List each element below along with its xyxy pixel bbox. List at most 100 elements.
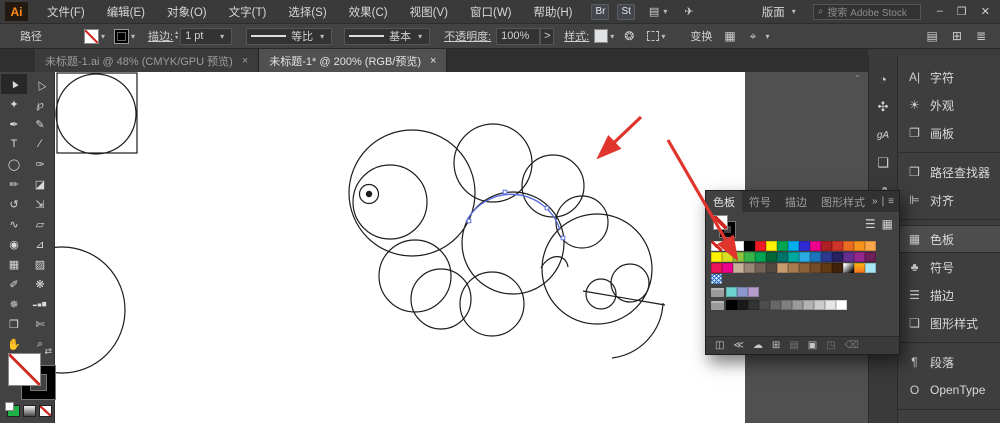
style-swatch[interactable] [594, 29, 609, 43]
fill-color-swatch[interactable] [84, 28, 99, 44]
stroke-weight-field[interactable]: 1 pt ▾ [180, 27, 233, 45]
swatch[interactable] [770, 300, 781, 310]
panel-tab-色板[interactable]: ▦ 色板 [898, 225, 1000, 253]
transform-link[interactable]: 变换 [690, 28, 712, 44]
blend-tool[interactable]: ❋ [27, 274, 53, 294]
swatch[interactable] [799, 263, 810, 273]
select-similar-icon[interactable]: ⌖ [750, 29, 757, 44]
swatch[interactable] [832, 241, 843, 251]
swatch[interactable] [803, 300, 814, 310]
close-tab-icon[interactable]: × [242, 55, 248, 67]
swatch[interactable] [865, 252, 876, 262]
opacity-more-button[interactable]: > [540, 27, 555, 45]
recolor-artwork-icon[interactable]: ❂ [624, 29, 634, 43]
swatches-tab-符号[interactable]: 符号 [742, 191, 778, 212]
control-bar-icon[interactable]: ▤ [927, 29, 938, 43]
swatch[interactable] [854, 252, 865, 262]
slice-tool[interactable]: ✄ [27, 314, 53, 334]
swatch[interactable] [726, 300, 737, 310]
color-guide-icon[interactable]: ✣ [869, 93, 897, 121]
close-button[interactable]: ✕ [981, 5, 990, 18]
swatch[interactable] [755, 263, 766, 273]
menu-item[interactable]: 效果(C) [338, 4, 399, 20]
swatch[interactable] [821, 252, 832, 262]
swatch[interactable] [810, 263, 821, 273]
swatch[interactable] [748, 300, 759, 310]
panel-tab-图形样式[interactable]: ❏ 图形样式 [898, 309, 1000, 337]
swatch[interactable] [854, 263, 865, 273]
swatch[interactable] [777, 241, 788, 251]
swatch[interactable] [854, 241, 865, 251]
shape-builder-tool[interactable]: ◉ [1, 234, 27, 254]
panel-tab-路径查找器[interactable]: ❒ 路径查找器 [898, 158, 1000, 186]
close-tab-icon[interactable]: × [430, 55, 436, 67]
swatch[interactable] [788, 263, 799, 273]
panel-fill-indicator[interactable] [713, 215, 728, 230]
swatch[interactable] [733, 241, 744, 251]
selection-tool[interactable]: ▲ [1, 74, 27, 94]
none-mode-button[interactable] [39, 405, 52, 417]
app-logo[interactable]: Ai [5, 2, 28, 21]
mesh-tool[interactable]: ▦ [1, 254, 27, 274]
shaper-tool[interactable]: ✏ [1, 174, 27, 194]
workspace-switcher[interactable]: ▤ ▾ [649, 5, 670, 18]
panel-tab-画板[interactable]: ❐ 画板 [898, 119, 1000, 147]
swatch[interactable] [733, 263, 744, 273]
document-tab[interactable]: 未标题-1* @ 200% (RGB/预览) × [259, 49, 448, 72]
menu-item[interactable]: 帮助(H) [523, 4, 584, 20]
swatch[interactable] [781, 300, 792, 310]
swatch[interactable] [711, 252, 722, 262]
stroke-color-swatch[interactable] [114, 28, 130, 44]
cc-libraries-icon[interactable]: ≪ [733, 340, 743, 351]
brushes-icon[interactable]: ◔ [869, 65, 897, 93]
swatches-tab-色板[interactable]: 色板 [706, 191, 742, 212]
swatch[interactable] [744, 252, 755, 262]
align-panel-icon[interactable]: ▦ [724, 29, 735, 43]
opacity-link[interactable]: 不透明度: [444, 28, 491, 44]
swatches-tab-图形样式[interactable]: 图形样式 [814, 191, 872, 212]
swatch[interactable] [792, 300, 803, 310]
menu-item[interactable]: 选择(S) [277, 4, 337, 20]
add-cloud-icon[interactable]: ☁ [753, 340, 763, 351]
default-fill-stroke-icon[interactable] [5, 402, 14, 411]
menu-item[interactable]: 窗口(W) [459, 4, 523, 20]
minimize-button[interactable]: – [937, 5, 943, 18]
swatch[interactable] [726, 287, 737, 297]
restore-button[interactable]: ❐ [957, 5, 967, 18]
panel-tab-描边[interactable]: ☰ 描边 [898, 281, 1000, 309]
swatch[interactable] [814, 300, 825, 310]
pen-tool[interactable]: ✒ [1, 114, 27, 134]
grid-view-icon[interactable]: ▦ [882, 217, 893, 231]
type-tool[interactable]: T [1, 134, 27, 154]
swatch[interactable] [722, 263, 733, 273]
symbol-sprayer-tool[interactable]: ✵ [1, 294, 27, 314]
rotate-tool[interactable]: ↺ [1, 194, 27, 214]
swatch[interactable] [755, 241, 766, 251]
menu-item[interactable]: 文件(F) [36, 4, 96, 20]
gradient-mode-button[interactable] [23, 405, 36, 417]
swatch[interactable] [788, 241, 799, 251]
magic-wand-tool[interactable]: ✦ [1, 94, 27, 114]
swatch[interactable] [744, 263, 755, 273]
panel-menu-icon[interactable]: ≡ [888, 196, 894, 207]
collapse-chevron-icon[interactable]: ˆ [856, 74, 859, 84]
swatch[interactable] [821, 241, 832, 251]
swatch[interactable] [825, 300, 836, 310]
isolate-selection-icon[interactable] [647, 31, 660, 41]
panel-tab-符号[interactable]: ♣ 符号 [898, 253, 1000, 281]
swatch[interactable] [777, 263, 788, 273]
swatch[interactable] [810, 252, 821, 262]
swatch[interactable] [865, 241, 876, 251]
swatch[interactable] [755, 252, 766, 262]
new-color-group-icon[interactable]: ▣ [808, 340, 817, 351]
swatch[interactable] [766, 263, 777, 273]
panel-fill-stroke[interactable] [713, 215, 739, 239]
swatch[interactable] [711, 274, 722, 284]
swatch[interactable] [766, 252, 777, 262]
artboard-canvas[interactable] [55, 72, 745, 423]
glyphs-icon[interactable]: gA [869, 121, 897, 149]
width-tool[interactable]: ∿ [1, 214, 27, 234]
line-segment-tool[interactable]: ∕ [27, 134, 53, 154]
direct-selection-tool[interactable]: △ [27, 74, 53, 94]
share-button[interactable]: ✈ [684, 5, 693, 18]
